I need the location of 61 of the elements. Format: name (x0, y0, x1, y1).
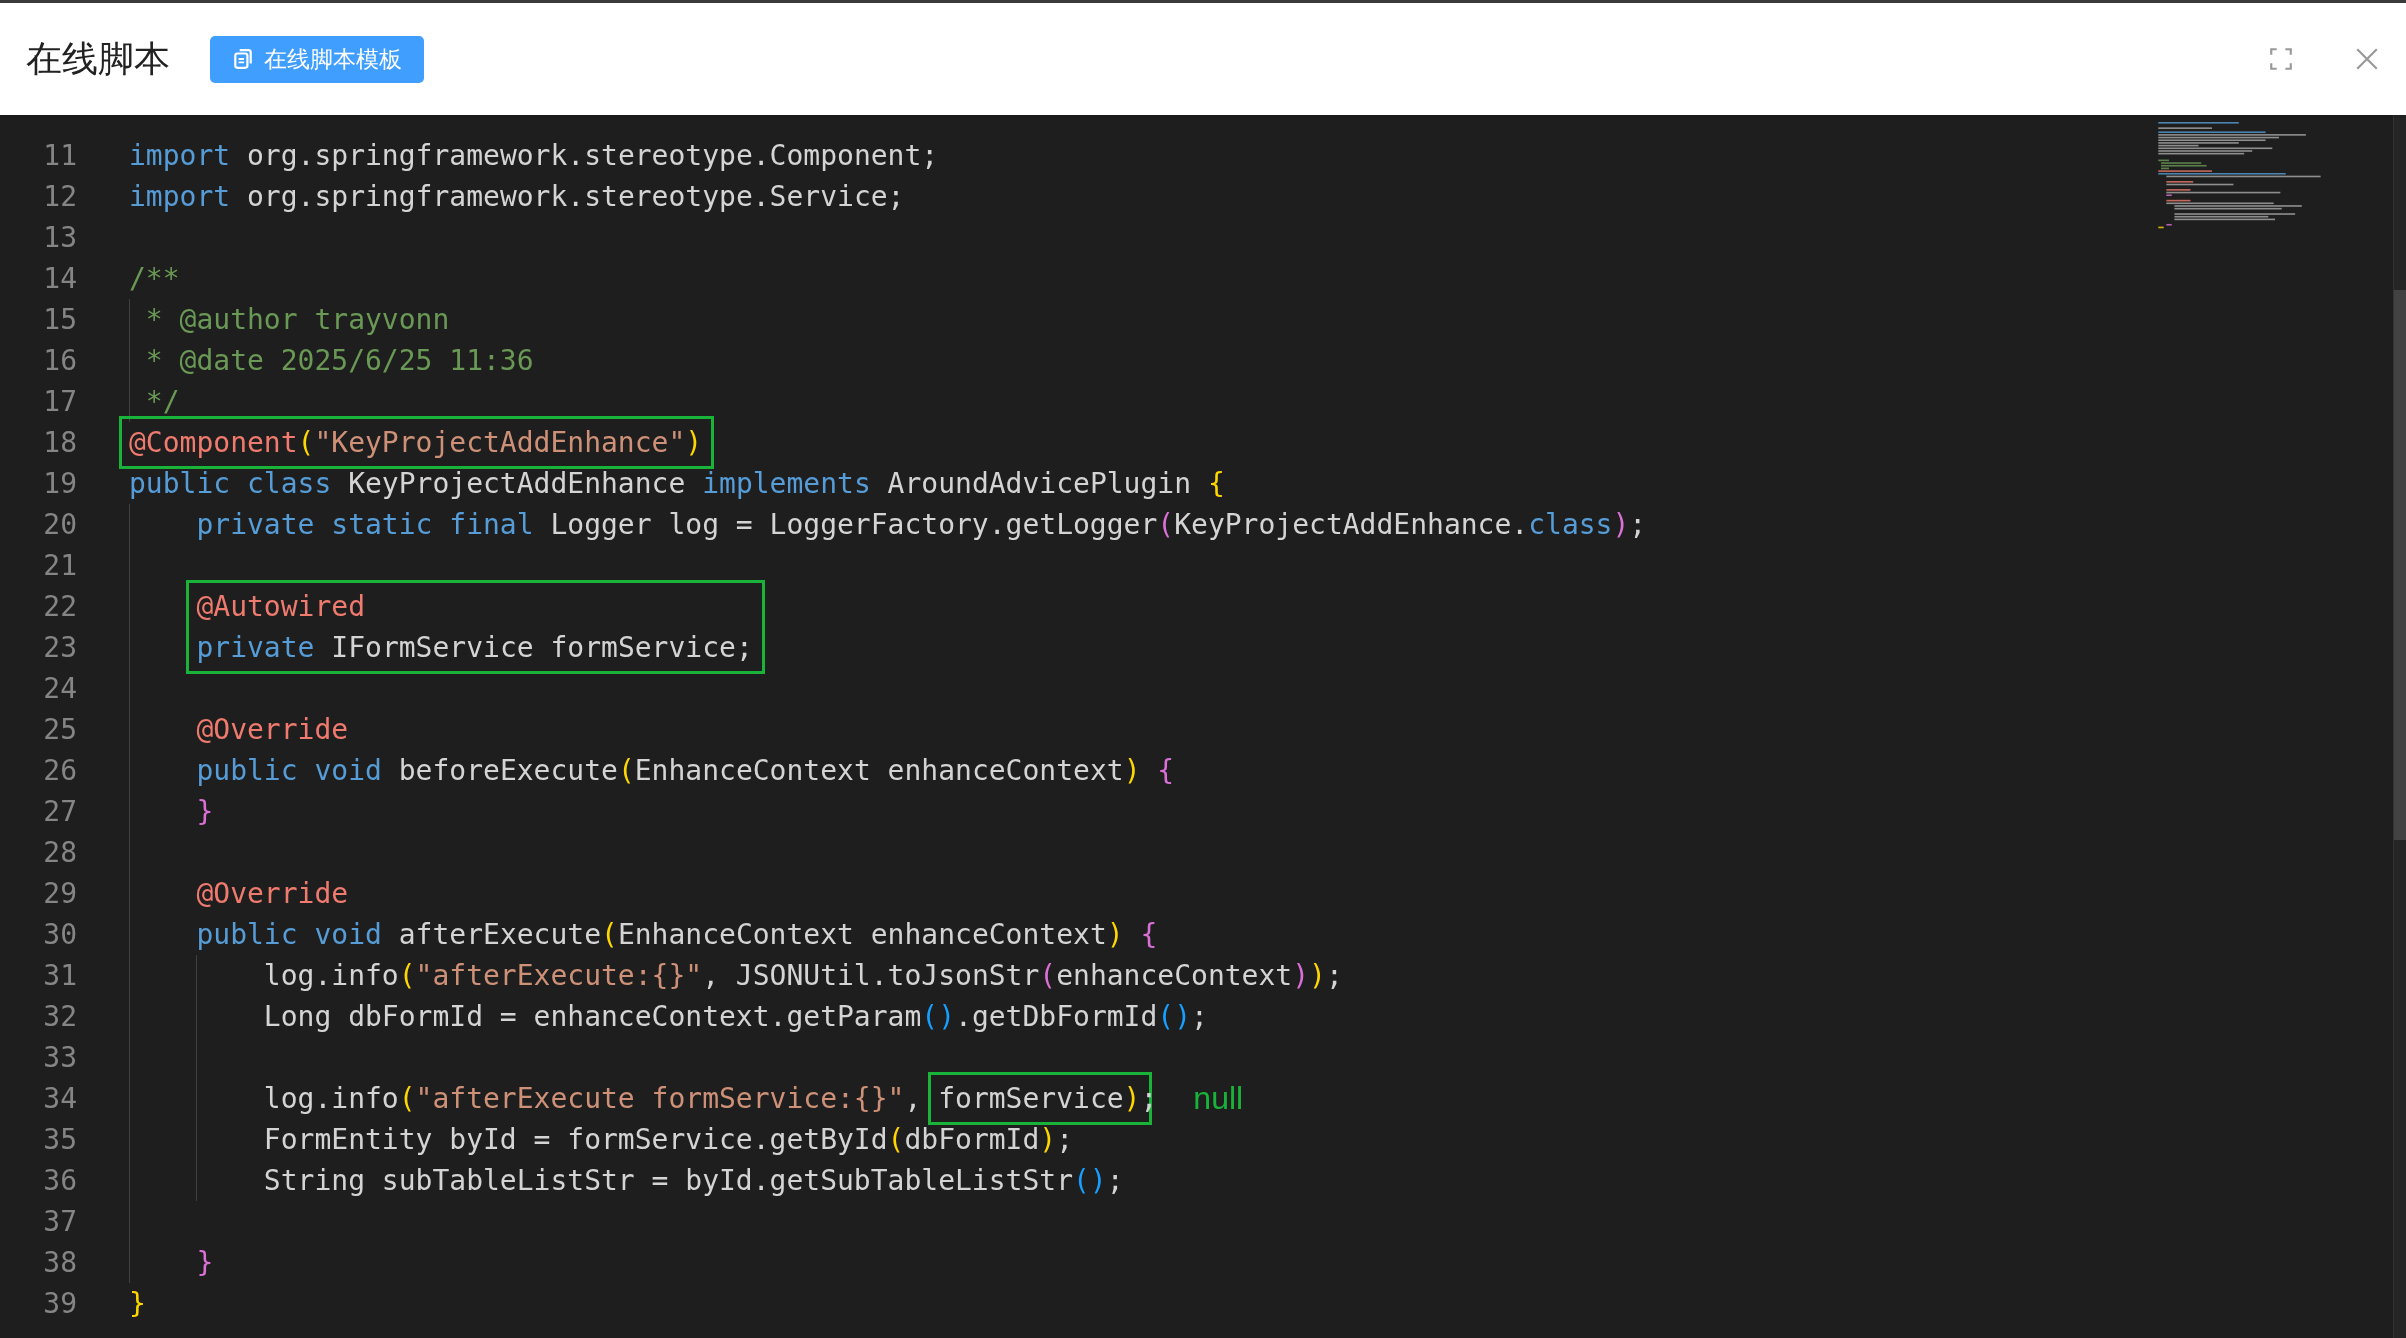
line-number: 38 (42, 1245, 77, 1281)
line-number: 39 (42, 1286, 77, 1322)
code-text: log.info("afterExecute formService:{}", (262, 1081, 922, 1117)
line-number: 31 (42, 958, 77, 994)
code-text: FormEntity byId = formService.getById(dbFormId); (262, 1122, 1074, 1158)
code-text: log.info("afterExecute:{}", JSONUtil.toJsonStr(enhanceContext)); (262, 958, 1343, 994)
line-number: 32 (42, 999, 77, 1035)
scrollbar[interactable] (2393, 115, 2406, 1338)
code-text: Long dbFormId = enhanceContext.getParam().getDbFormId(); (262, 999, 1208, 1035)
line-number: 24 (42, 671, 77, 707)
line-number: 27 (42, 794, 77, 830)
line-number: 26 (42, 753, 77, 789)
annotation-note: null (1193, 1080, 1244, 1117)
code-text: public void beforeExecute(EnhanceContext enhanceContext) { (195, 753, 1175, 789)
code-text: @Override (195, 876, 349, 912)
line-number: 30 (42, 917, 77, 953)
line-number: 23 (42, 630, 77, 666)
code-text: } (195, 794, 214, 830)
highlighted-code: @Component("KeyProjectAddEnhance") (129, 425, 703, 461)
code-text: */ (144, 384, 180, 420)
line-number: 25 (42, 712, 77, 748)
line-number: 15 (42, 302, 77, 338)
line-number: 34 (42, 1081, 77, 1117)
copy-icon (232, 48, 254, 70)
code-text: @Override (195, 712, 349, 748)
fullscreen-icon[interactable] (2268, 46, 2294, 72)
line-number: 22 (42, 589, 77, 625)
line-number: 11 (42, 138, 77, 174)
code-text: * @author trayvonn (144, 302, 450, 338)
line-number: 37 (42, 1204, 77, 1240)
line-number: 20 (42, 507, 77, 543)
code-text: } (129, 1286, 146, 1322)
code-text: public void afterExecute(EnhanceContext enhanceContext) { (195, 917, 1158, 953)
line-number: 28 (42, 835, 77, 871)
line-number: 16 (42, 343, 77, 379)
line-number: 14 (42, 261, 77, 297)
code-text: import org.springframework.stereotype.Component; (129, 138, 939, 174)
code-text: * @date 2025/6/25 11:36 (144, 343, 534, 379)
line-number: 35 (42, 1122, 77, 1158)
line-number: 33 (42, 1040, 77, 1076)
line-number: 19 (42, 466, 77, 502)
highlighted-code: private IFormService formService; (196, 630, 753, 666)
code-text: /** (129, 261, 180, 297)
dialog-title: 在线脚本 (26, 36, 170, 81)
line-number: 36 (42, 1163, 77, 1199)
line-number: 21 (42, 548, 77, 584)
code-text: private static final Logger log = LoggerFactory.getLogger(KeyProjectAddEnhance.class); (195, 507, 1647, 543)
code-text: public class KeyProjectAddEnhance implements AroundAdvicePlugin { (129, 466, 1225, 502)
close-icon[interactable] (2354, 46, 2380, 72)
code-text: ; (1140, 1081, 1158, 1117)
line-number: 13 (42, 220, 77, 256)
line-number: 29 (42, 876, 77, 912)
template-button[interactable]: 在线脚本模板 (210, 35, 424, 83)
highlighted-code: formService) (938, 1081, 1141, 1117)
code-text: String subTableListStr = byId.getSubTableListStr(); (262, 1163, 1124, 1199)
line-number: 18 (42, 425, 77, 461)
line-number: 17 (42, 384, 77, 420)
highlighted-code: @Autowired (196, 589, 365, 625)
line-number: 12 (42, 179, 77, 215)
code-text: import org.springframework.stereotype.Service; (129, 179, 905, 215)
code-text: } (195, 1245, 214, 1281)
